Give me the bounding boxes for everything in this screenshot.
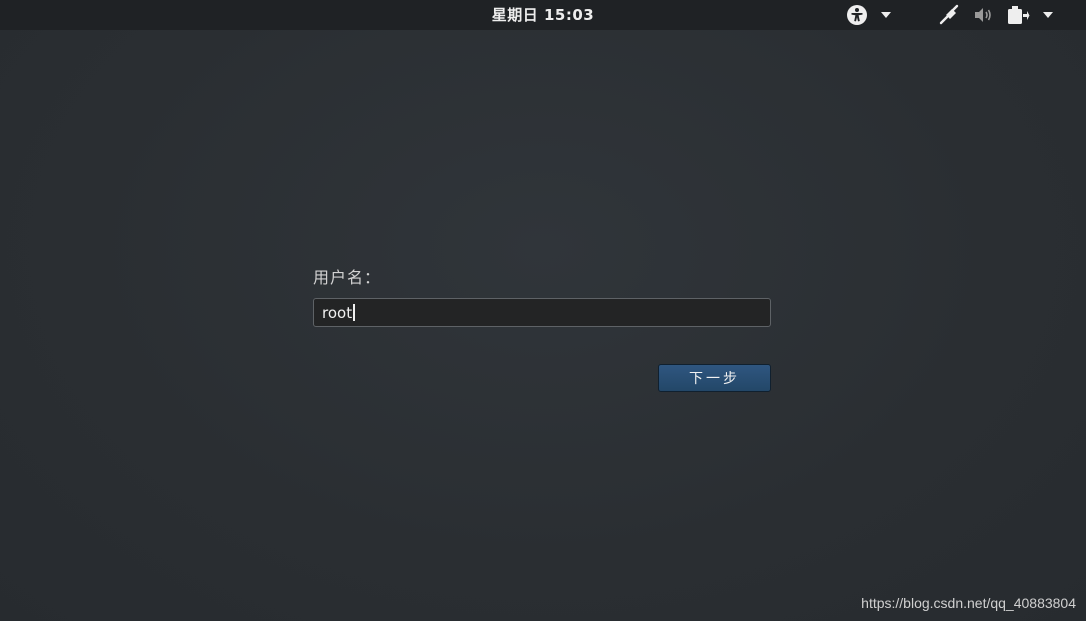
accessibility-icon[interactable] — [846, 4, 868, 26]
chevron-down-icon[interactable] — [880, 11, 892, 19]
top-bar: 星期日 15:03 — [0, 0, 1086, 30]
username-value[interactable]: root — [322, 304, 352, 322]
username-label: 用户名： — [313, 268, 382, 287]
username-input[interactable]: root — [313, 298, 771, 327]
next-button[interactable]: 下一步 — [658, 364, 771, 392]
clock[interactable]: 星期日 15:03 — [0, 0, 1086, 30]
login-form: 用户名： root 下一步 — [313, 266, 771, 392]
chevron-down-icon[interactable] — [1042, 11, 1054, 19]
volume-icon[interactable] — [972, 4, 994, 26]
watermark: https://blog.csdn.net/qq_40883804 — [861, 595, 1076, 611]
system-menu[interactable] — [938, 0, 1054, 30]
battery-icon[interactable] — [1006, 4, 1030, 26]
accessibility-menu[interactable] — [846, 0, 892, 30]
network-icon[interactable] — [938, 4, 960, 26]
text-caret — [353, 304, 356, 321]
